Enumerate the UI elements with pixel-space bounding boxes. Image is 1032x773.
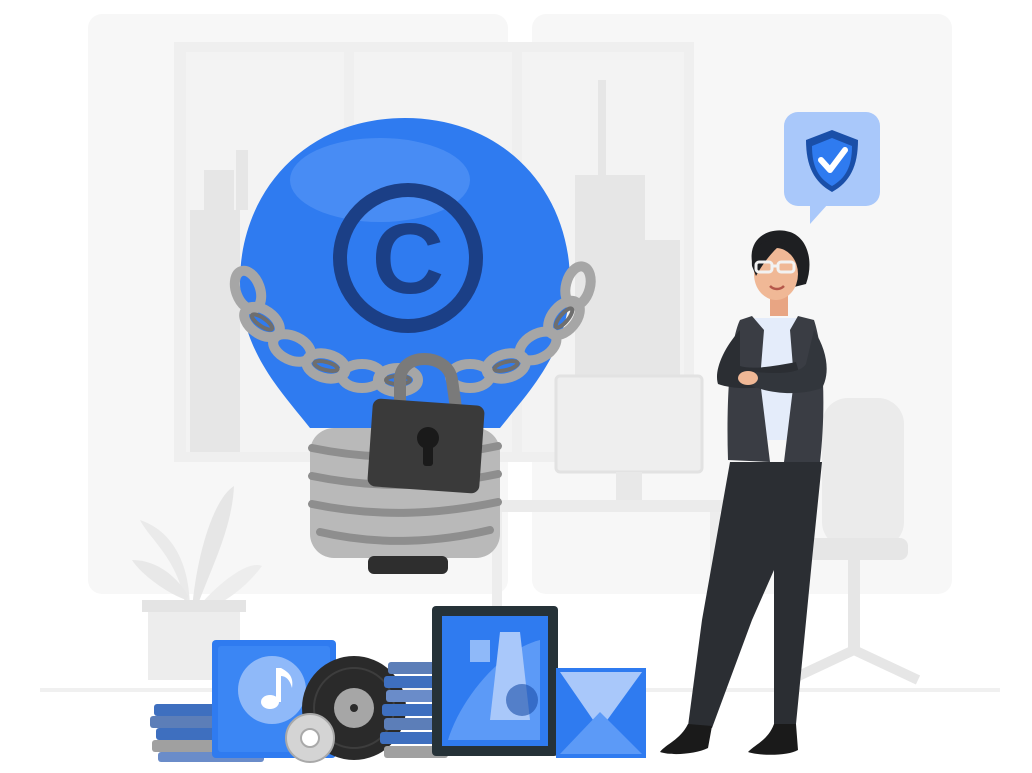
chair-back [822,398,904,548]
shoe-left [660,724,712,755]
bulb-tip [368,556,448,574]
monitor [554,374,704,474]
framed-artwork [432,606,558,756]
chair-seat [800,538,908,560]
chair-base [787,644,921,685]
plant-pot-rim [142,600,246,612]
copyright-letter: C [372,203,444,315]
copyright-protection-illustration: C [40,14,1000,763]
flat-album [556,668,646,758]
desk-top [480,500,740,512]
hand [738,371,758,385]
monitor-stand [616,472,642,500]
cd-disc-icon [285,713,335,763]
shoe-right [748,724,798,755]
chair-post [848,560,860,650]
